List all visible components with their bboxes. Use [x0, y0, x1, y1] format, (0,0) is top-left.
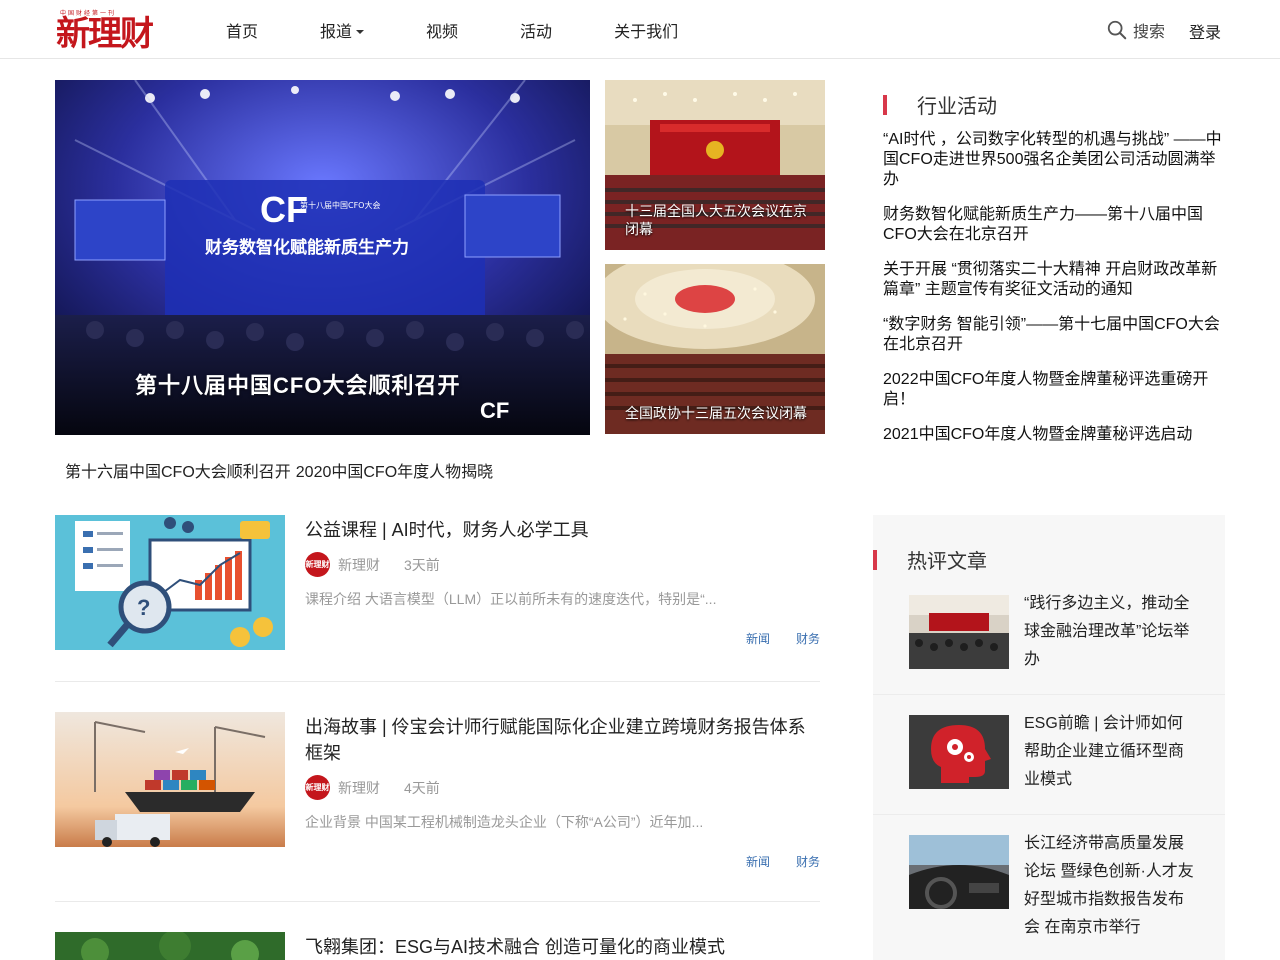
forum-photo	[909, 595, 1009, 669]
article-thumbnail[interactable]	[55, 932, 285, 960]
search-label: 搜索	[1133, 24, 1166, 41]
article-meta: 新理财 新理财 3天前	[305, 552, 440, 577]
article-thumbnail[interactable]	[55, 712, 285, 847]
side-caption-cppcc: 全国政协十三届五次会议闭幕	[625, 405, 807, 421]
hot-article-thumbnail[interactable]	[909, 595, 1009, 669]
hot-articles-heading: 热评文章	[873, 545, 987, 574]
article-title[interactable]: 公益课程 | AI时代，财务人必学工具	[305, 517, 815, 543]
heading-accent-bar	[883, 94, 887, 115]
site-header: 中国财经第一刊 新理财 首页 报道 视频 活动 关于我们 搜索 登录	[0, 0, 1280, 59]
hot-articles-panel: 热评文章 “践行多边主义，推动全球金融治理改革”论坛举办 ESG前瞻 | 会计师…	[873, 515, 1225, 960]
article-divider	[55, 901, 820, 902]
event-item[interactable]: “数字财务 智能引领”——第十七届中国CFO大会在北京召开	[883, 315, 1223, 355]
author-name[interactable]: 新理财	[338, 555, 380, 575]
nav-home[interactable]: 首页	[226, 18, 258, 42]
article-divider	[55, 681, 820, 682]
finance-analytics-illustration: ?	[55, 515, 285, 650]
article-title[interactable]: 飞翱集团：ESG与AI技术融合 创造可量化的商业模式	[305, 934, 815, 960]
svg-text:CF: CF	[480, 398, 509, 423]
author-avatar: 新理财	[305, 775, 330, 800]
article-title[interactable]: 出海故事 | 伶宝会计师行赋能国际化企业建立跨境财务报告体系框架	[305, 714, 815, 766]
publish-time: 4天前	[404, 779, 440, 796]
site-logo[interactable]: 中国财经第一刊 新理财	[56, 8, 168, 54]
hot-article-thumbnail[interactable]	[909, 835, 1009, 909]
tag-finance[interactable]: 财务	[796, 630, 820, 647]
carousel-side-item-cppcc[interactable]: 全国政协十三届五次会议闭幕	[605, 264, 825, 434]
hot-article-title[interactable]: ESG前瞻 | 会计师如何帮助企业建立循环型商业模式	[1024, 710, 1194, 794]
tag-news[interactable]: 新闻	[746, 853, 770, 870]
article-excerpt: 企业背景 中国某工程机械制造龙头企业（下称“A公司”）近年加...	[305, 814, 704, 830]
logo-text: 新理财	[56, 14, 154, 54]
tag-news[interactable]: 新闻	[746, 630, 770, 647]
heading-label: 热评文章	[907, 551, 987, 573]
link-16th-cfo[interactable]: 第十六届中国CFO大会顺利召开	[65, 458, 291, 482]
hot-article-title[interactable]: 长江经济带高质量发展论坛 暨绿色创新·人才友好型城市指数报告发布会 在南京市举行	[1024, 830, 1194, 942]
driving-car-photo	[909, 835, 1009, 909]
tag-finance[interactable]: 财务	[796, 853, 820, 870]
author-avatar: 新理财	[305, 552, 330, 577]
industry-events-list: “AI时代 ，公司数字化转型的机遇与挑战” ——中国CFO走进世界500强名企美…	[883, 130, 1223, 460]
hot-article-thumbnail[interactable]	[909, 715, 1009, 789]
nav-video[interactable]: 视频	[426, 18, 458, 42]
article-thumbnail[interactable]: ?	[55, 515, 285, 650]
nav-reports[interactable]: 报道	[320, 18, 364, 42]
svg-text:?: ?	[137, 595, 150, 620]
event-item[interactable]: “AI时代 ，公司数字化转型的机遇与挑战” ——中国CFO走进世界500强名企美…	[883, 130, 1223, 190]
article-item[interactable]: 飞翱集团：ESG与AI技术融合 创造可量化的商业模式	[55, 932, 820, 960]
side-caption-npc: 十三届全国人大五次会议在京闭幕	[625, 203, 807, 237]
article-tags: 新闻 财务	[746, 853, 820, 870]
hot-article-title[interactable]: “践行多边主义，推动全球金融治理改革”论坛举办	[1024, 590, 1194, 674]
carousel-text-links: 第十六届中国CFO大会顺利召开 2020中国CFO年度人物揭晓	[65, 458, 493, 482]
hot-article-item[interactable]: ESG前瞻 | 会计师如何帮助企业建立循环型商业模式	[873, 695, 1225, 815]
heading-accent-bar	[873, 549, 877, 570]
article-meta: 新理财 新理财 4天前	[305, 775, 440, 800]
event-item[interactable]: 财务数智化赋能新质生产力——第十八届中国CFO大会在北京召开	[883, 205, 1223, 245]
carousel-main-slide[interactable]: CF 第十八届中国CFO大会 财务数智化赋能新质生产力 CF 第十八届中国CFO…	[55, 80, 590, 435]
hot-article-item[interactable]: 长江经济带高质量发展论坛 暨绿色创新·人才友好型城市指数报告发布会 在南京市举行	[873, 815, 1225, 936]
carousel-side-item-npc[interactable]: 十三届全国人大五次会议在京闭幕	[605, 80, 825, 250]
cargo-port-photo	[55, 712, 285, 847]
publish-time: 3天前	[404, 556, 440, 573]
green-nature-photo	[55, 932, 285, 960]
event-item[interactable]: 2022中国CFO年度人物暨金牌董秘评选重磅开启！	[883, 370, 1223, 410]
head-gears-illustration	[909, 715, 1009, 789]
article-tags: 新闻 财务	[746, 630, 820, 647]
heading-label: 行业活动	[917, 96, 997, 118]
nav-about[interactable]: 关于我们	[614, 18, 678, 42]
article-item[interactable]: 出海故事 | 伶宝会计师行赋能国际化企业建立跨境财务报告体系框架 新理财 新理财…	[55, 712, 820, 869]
banner-title: 财务数智化赋能新质生产力	[204, 237, 409, 258]
author-name[interactable]: 新理财	[338, 778, 380, 798]
svg-text:第十八届中国CFO大会: 第十八届中国CFO大会	[300, 200, 380, 210]
main-nav: 首页 报道 视频 活动 关于我们	[226, 0, 740, 59]
search-icon	[1107, 20, 1127, 40]
carousel-caption: 第十八届中国CFO大会顺利召开	[135, 373, 461, 398]
search-button[interactable]: 搜索	[1106, 18, 1165, 42]
nav-events[interactable]: 活动	[520, 18, 552, 42]
hot-article-item[interactable]: “践行多边主义，推动全球金融治理改革”论坛举办	[873, 575, 1225, 695]
event-item[interactable]: 2021中国CFO年度人物暨金牌董秘评选启动	[883, 425, 1223, 445]
article-item[interactable]: ? 公益课程 | AI时代，财务人必学工具 新理财 新理财 3天前 课程介绍 大…	[55, 515, 820, 650]
industry-events-heading: 行业活动	[883, 90, 997, 119]
login-link[interactable]: 登录	[1189, 19, 1221, 43]
article-excerpt: 课程介绍 大语言模型（LLM）正以前所未有的速度迭代，特别是“...	[305, 591, 717, 607]
link-2020-cfo-person[interactable]: 2020中国CFO年度人物揭晓	[296, 458, 493, 482]
event-item[interactable]: 关于开展 “贯彻落实二十大精神 开启财政改革新篇章” 主题宣传有奖征文活动的通知	[883, 260, 1223, 300]
